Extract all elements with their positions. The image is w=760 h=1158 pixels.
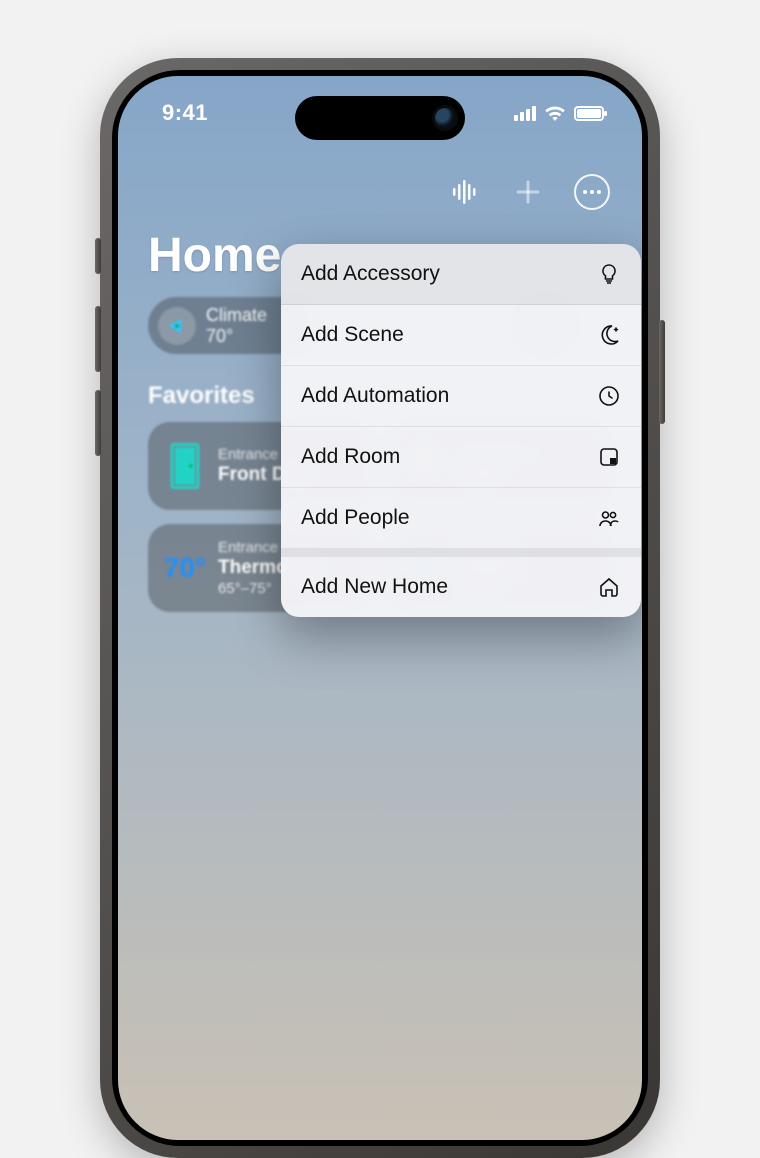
menu-item-add-accessory[interactable]: Add Accessory [281,244,641,305]
clock-icon [597,384,621,408]
intercom-button[interactable] [444,172,484,212]
toolbar [118,172,642,222]
room-square-icon [597,445,621,469]
menu-item-label: Add Scene [301,323,404,347]
menu-item-label: Add Automation [301,384,449,408]
door-icon [164,443,206,489]
add-button[interactable] [508,172,548,212]
menu-item-add-scene[interactable]: Add Scene [281,305,641,366]
screen: 9:41 [118,76,642,1140]
menu-item-label: Add Room [301,445,400,469]
add-context-menu: Add Accessory Add Scene Add Automation [281,244,641,617]
house-icon [597,575,621,599]
chip-value: 70° [206,326,267,347]
fan-icon [158,307,196,345]
menu-item-label: Add New Home [301,575,448,599]
more-button[interactable] [572,172,612,212]
people-icon [597,506,621,530]
thermostat-temp: 70° [164,552,206,584]
phone-frame: 9:41 [100,58,660,1158]
lightbulb-icon [597,262,621,286]
moon-stars-icon [597,323,621,347]
chip-label: Climate [206,305,267,326]
menu-item-add-automation[interactable]: Add Automation [281,366,641,427]
menu-item-add-new-home[interactable]: Add New Home [281,557,641,617]
menu-item-add-people[interactable]: Add People [281,488,641,549]
menu-item-label: Add People [301,506,410,530]
menu-item-label: Add Accessory [301,262,440,286]
menu-item-add-room[interactable]: Add Room [281,427,641,488]
